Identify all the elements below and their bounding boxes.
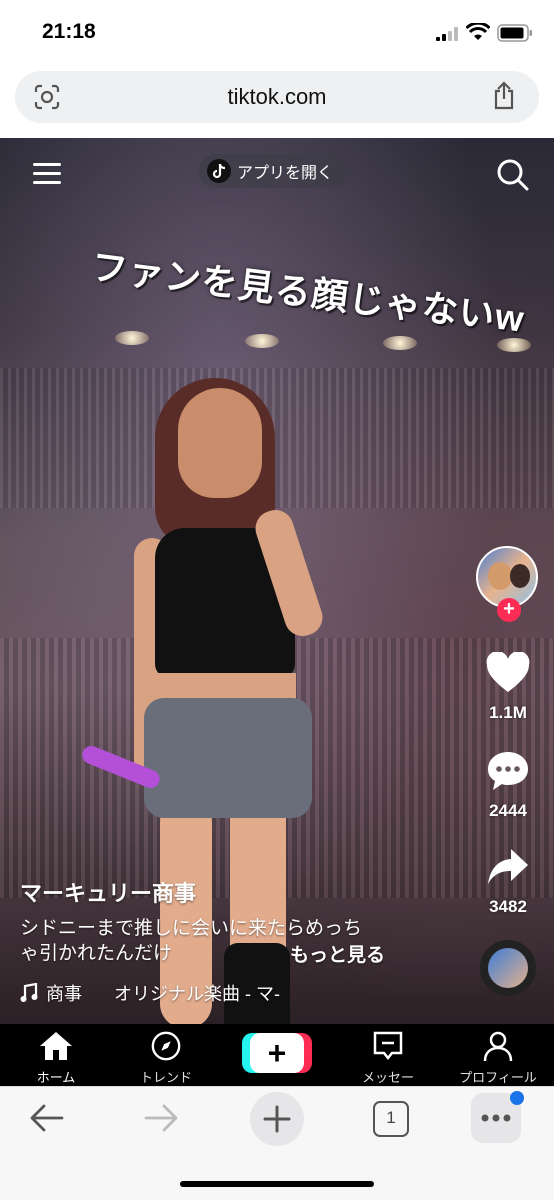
music-disc[interactable] — [480, 940, 536, 996]
status-time: 21:18 — [42, 20, 96, 43]
music-note-icon — [20, 983, 38, 1002]
home-indicator — [180, 1181, 374, 1187]
profile-icon — [483, 1031, 513, 1062]
stage-light — [245, 334, 279, 348]
nav-profile-label: プロフィール — [459, 1070, 537, 1085]
message-icon — [373, 1031, 403, 1061]
music-prefix: 商事 — [46, 984, 82, 1004]
menu-icon[interactable] — [33, 163, 63, 185]
video-caption-overlay: ファンを見る顔じゃないw — [89, 245, 527, 340]
share-count: 3482 — [489, 897, 527, 916]
nav-home[interactable]: ホーム — [6, 1030, 106, 1086]
nav-trend-label: トレンド — [139, 1070, 192, 1085]
back-icon[interactable] — [28, 1101, 66, 1135]
battery-icon — [497, 24, 532, 42]
signal-icon — [436, 27, 458, 41]
share-upload-icon[interactable] — [491, 81, 517, 111]
compass-icon — [151, 1031, 181, 1061]
tiktok-logo-icon — [207, 159, 231, 183]
open-app-label: アプリを開く — [237, 165, 334, 182]
new-tab-button[interactable] — [250, 1092, 304, 1146]
comment-button[interactable]: 2444 — [470, 750, 546, 821]
nav-profile[interactable]: プロフィール — [448, 1030, 548, 1086]
plus-icon — [263, 1105, 291, 1133]
nav-message[interactable]: メッセー — [338, 1030, 438, 1086]
video-player[interactable]: ファンを見る顔じゃないw アプリを開く + 1.1M 2444 3482 マーキ… — [0, 138, 554, 1024]
share-icon — [488, 849, 528, 884]
create-button[interactable]: + — [242, 1033, 312, 1073]
share-button[interactable]: 3482 — [470, 846, 546, 917]
nav-trend[interactable]: トレンド — [116, 1030, 216, 1086]
nav-message-label: メッセー — [361, 1070, 414, 1085]
author-name[interactable]: マーキュリー商事 — [20, 876, 196, 908]
more-dots-icon — [481, 1114, 511, 1122]
forward-icon[interactable] — [142, 1101, 180, 1135]
wifi-icon — [466, 23, 490, 40]
music-title: オリジナル楽曲 - マ- — [114, 984, 280, 1004]
tiktok-bottom-nav: ホーム トレンド + メッセー プロフィール — [0, 1024, 554, 1086]
like-count: 1.1M — [489, 703, 527, 722]
notification-dot — [510, 1091, 524, 1105]
comment-icon — [488, 752, 528, 790]
like-button[interactable]: 1.1M — [470, 651, 546, 723]
description-line: シドニーまで推しに会いに来たらめっち — [20, 918, 363, 939]
address-bar[interactable]: tiktok.com — [15, 71, 539, 123]
url-text[interactable]: tiktok.com — [15, 84, 539, 110]
stage-light — [115, 331, 149, 345]
tab-count-button[interactable]: 1 — [373, 1101, 409, 1137]
comment-count: 2444 — [489, 801, 527, 820]
music-info[interactable]: 商事 オリジナル楽曲 - マ- — [20, 980, 280, 1006]
stage-light — [383, 336, 417, 350]
status-bar: 21:18 — [0, 0, 554, 70]
see-more-link[interactable]: もっと見る — [290, 940, 385, 967]
search-icon[interactable] — [496, 158, 530, 192]
home-icon — [40, 1032, 72, 1060]
open-app-button[interactable]: アプリを開く — [199, 154, 348, 188]
heart-icon — [486, 651, 530, 692]
follow-plus-icon[interactable]: + — [497, 598, 521, 622]
plus-icon: + — [250, 1033, 304, 1073]
nav-home-label: ホーム — [36, 1070, 76, 1085]
